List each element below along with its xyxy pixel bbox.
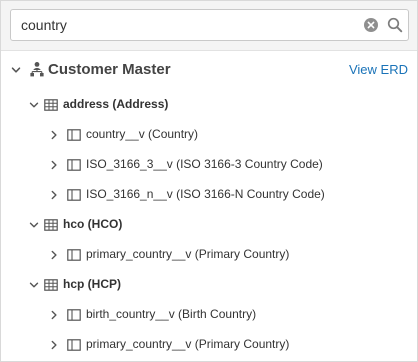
tree-entity-row[interactable]: hcp (HCP)	[1, 270, 417, 300]
tree-field-row[interactable]: primary_country__v (Primary Country)	[1, 240, 417, 270]
chevron-down-icon[interactable]	[28, 279, 40, 291]
chevron-down-icon[interactable]	[28, 219, 40, 231]
search-icon[interactable]	[387, 17, 403, 33]
table-icon	[44, 279, 58, 291]
tree-entity-row[interactable]: address (Address)	[1, 90, 417, 120]
chevron-right-icon[interactable]	[48, 129, 60, 141]
tree-entity-row[interactable]: hco (HCO)	[1, 210, 417, 240]
chevron-down-icon[interactable]	[28, 99, 40, 111]
field-label: country__v (Country)	[86, 127, 199, 141]
column-icon	[67, 309, 81, 321]
table-icon	[44, 99, 58, 111]
entity-label: hcp (HCP)	[63, 277, 121, 291]
master-header: Customer Master View ERD	[1, 52, 417, 88]
view-erd-link[interactable]: View ERD	[349, 62, 408, 77]
field-label: ISO_3166_n__v (ISO 3166-N Country Code)	[86, 187, 325, 201]
clear-icon[interactable]	[364, 18, 378, 32]
column-icon	[67, 189, 81, 201]
tree-field-row[interactable]: ISO_3166_n__v (ISO 3166-N Country Code)	[1, 180, 417, 210]
field-label: primary_country__v (Primary Country)	[86, 247, 290, 261]
chevron-right-icon[interactable]	[48, 159, 60, 171]
table-icon	[44, 219, 58, 231]
tree-field-row[interactable]: primary_country__v (Primary Country)	[1, 330, 417, 360]
field-label: ISO_3166_3__v (ISO 3166-3 Country Code)	[86, 157, 323, 171]
hierarchy-people-icon	[30, 62, 44, 77]
chevron-right-icon[interactable]	[48, 309, 60, 321]
search-input[interactable]	[21, 15, 351, 35]
tree-field-row[interactable]: birth_country__v (Birth Country)	[1, 300, 417, 330]
chevron-right-icon[interactable]	[48, 339, 60, 351]
master-title: Customer Master	[48, 61, 171, 78]
chevron-right-icon[interactable]	[48, 249, 60, 261]
column-icon	[67, 249, 81, 261]
erd-search-panel: Customer Master View ERD address (Addres…	[0, 0, 418, 362]
entity-label: hco (HCO)	[63, 217, 123, 231]
column-icon	[67, 159, 81, 171]
tree-field-row[interactable]: ISO_3166_3__v (ISO 3166-3 Country Code)	[1, 150, 417, 180]
field-label: birth_country__v (Birth Country)	[86, 307, 257, 321]
column-icon	[67, 129, 81, 141]
field-label: primary_country__v (Primary Country)	[86, 337, 290, 351]
search-bar	[1, 1, 417, 51]
chevron-down-icon[interactable]	[10, 64, 22, 76]
entity-label: address (Address)	[63, 97, 169, 111]
chevron-right-icon[interactable]	[48, 189, 60, 201]
column-icon	[67, 339, 81, 351]
search-box	[10, 9, 409, 41]
tree-field-row[interactable]: country__v (Country)	[1, 120, 417, 150]
